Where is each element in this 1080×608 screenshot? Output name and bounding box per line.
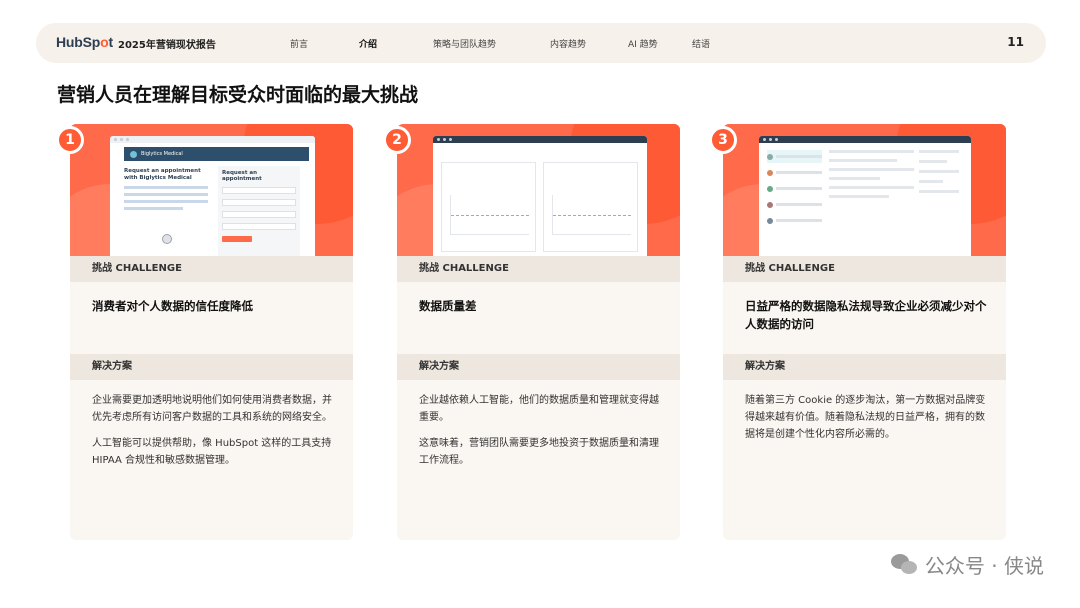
nav-item-strategy[interactable]: 策略与团队趋势 (433, 37, 496, 50)
mock-brand-header: Biglytics Medical (124, 147, 309, 161)
challenge-text: 消费者对个人数据的信任度降低 (92, 299, 253, 313)
solution-label: 解决方案 (397, 354, 680, 380)
solution-text: 企业需要更加透明地说明他们如何使用消费者数据，并优先考虑所有访问客户数据的工具和… (92, 395, 332, 466)
watermark-text: 公众号 · 侠说 (924, 554, 1044, 578)
page-title: 营销人员在理解目标受众时面临的最大挑战 (57, 84, 419, 106)
inbox-screenshot (759, 136, 971, 256)
mock-form-title: Request an appointment (222, 170, 262, 182)
solution-text: 随着第三方 Cookie 的逐步淘汰，第一方数据对品牌变得越来越有价值。随着隐私… (745, 395, 986, 440)
contact-sidebar (919, 150, 959, 200)
challenge-label: 挑战 CHALLENGE (723, 256, 1006, 282)
card-number-badge: 1 (56, 126, 84, 154)
report-title: 2025年营销现状报告 (118, 40, 216, 51)
chart-panel (441, 162, 536, 252)
challenge-card-2: 2 挑战 CHALLENGE 数据质量差 解决方案 企业越依赖人工智能，他们的数… (383, 124, 680, 540)
wechat-icon (890, 553, 919, 576)
top-navbar: HubSpot 2025年营销现状报告 前言 介绍 策略与团队趋势 内容趋势 A… (36, 23, 1046, 63)
cursor-icon (162, 234, 172, 244)
nav-item-intro[interactable]: 介绍 (359, 37, 377, 50)
challenge-label: 挑战 CHALLENGE (397, 256, 680, 282)
challenge-text: 日益严格的数据隐私法规导致企业必须减少对个人数据的访问 (745, 299, 987, 331)
challenge-text: 数据质量差 (419, 299, 477, 313)
appointment-form-screenshot: Biglytics Medical Request an appointment… (110, 136, 315, 256)
mock-form: Request an appointment (218, 166, 300, 256)
page-number: 11 (1007, 35, 1024, 49)
watermark: 公众号 · 侠说 (890, 550, 1044, 579)
solution-label: 解决方案 (70, 354, 353, 380)
brand-logo-icon (130, 150, 137, 158)
mock-heading: Request an appointment with Biglytics Me… (124, 168, 201, 181)
conversation-thread (829, 150, 914, 204)
mock-brand-name: Biglytics Medical (141, 151, 183, 157)
card-hero-image: Biglytics Medical Request an appointment… (70, 124, 353, 256)
challenge-card-1: 1 Biglytics Medical Request an appointme… (56, 124, 353, 540)
solution-label: 解决方案 (723, 354, 1006, 380)
nav-item-ai[interactable]: AI 趋势 (628, 37, 658, 50)
card-number-badge: 2 (383, 126, 411, 154)
nav-item-content[interactable]: 内容趋势 (550, 37, 586, 50)
card-hero-image (723, 124, 1006, 256)
mock-submit-button (222, 236, 252, 242)
chart-panel (543, 162, 638, 252)
nav-item-preface[interactable]: 前言 (290, 37, 308, 50)
conversation-list (767, 150, 822, 230)
dashboard-screenshot (433, 136, 647, 256)
card-hero-image (397, 124, 680, 256)
challenge-label: 挑战 CHALLENGE (70, 256, 353, 282)
solution-text: 企业越依赖人工智能，他们的数据质量和管理就变得越重要。 这意味着，营销团队需要更… (419, 395, 659, 466)
card-number-badge: 3 (709, 126, 737, 154)
nav-item-conclusion[interactable]: 结语 (692, 37, 710, 50)
challenge-card-3: 3 挑战 CHALLENGE 日益严格的数据隐私法规导致企业必须减少对个人数据的… (709, 124, 1006, 540)
hubspot-logo[interactable]: HubSpot (56, 34, 113, 50)
